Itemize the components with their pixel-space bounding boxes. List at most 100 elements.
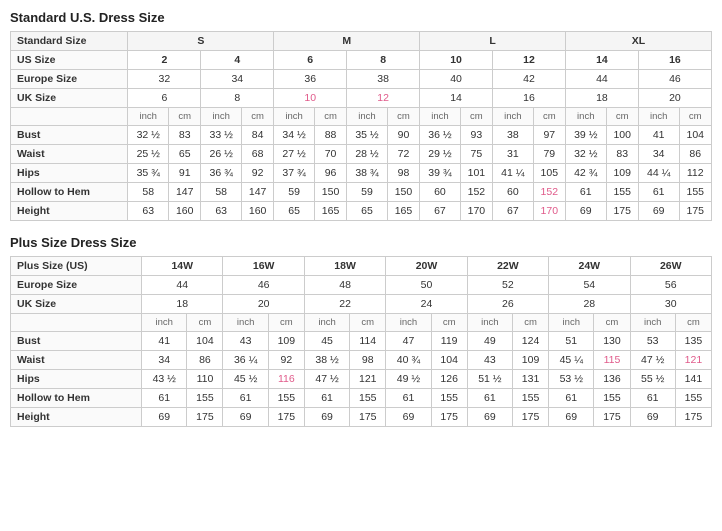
plus-uk-label: UK Size — [11, 295, 142, 314]
bust-val: 41 — [638, 126, 679, 145]
plus-bust-label: Bust — [11, 332, 142, 351]
puk-20: 20 — [223, 295, 304, 314]
waist-label: Waist — [11, 145, 128, 164]
bust-cm: 84 — [241, 126, 273, 145]
eu-36: 36 — [274, 70, 347, 89]
peu-48: 48 — [304, 276, 385, 295]
height-cm: 170 — [460, 202, 492, 221]
hollow-val: 58 — [201, 183, 242, 202]
pheight-val: 69 — [223, 408, 268, 427]
plus-unit-inch-2: inch — [223, 314, 268, 332]
phips-val: 53 ½ — [549, 370, 594, 389]
bust-cm: 97 — [533, 126, 565, 145]
pbust-val: 45 — [304, 332, 349, 351]
pheight-val: 69 — [386, 408, 431, 427]
bust-cm: 83 — [169, 126, 201, 145]
waist-cm: 65 — [169, 145, 201, 164]
phollow-cm: 155 — [350, 389, 386, 408]
phips-cm: 110 — [187, 370, 223, 389]
pwaist-val: 43 — [467, 351, 512, 370]
waist-val: 25 ½ — [128, 145, 169, 164]
pheight-cm: 175 — [187, 408, 223, 427]
hips-label: Hips — [11, 164, 128, 183]
phips-val: 51 ½ — [467, 370, 512, 389]
hollow-cm-pink: 152 — [533, 183, 565, 202]
s-group: S — [128, 32, 274, 51]
pwaist-val: 36 ¼ — [223, 351, 268, 370]
plus-26w: 26W — [630, 257, 712, 276]
bust-val: 34 ½ — [274, 126, 315, 145]
uk-18: 18 — [565, 89, 638, 108]
peu-44: 44 — [142, 276, 223, 295]
pbust-val: 41 — [142, 332, 187, 351]
phollow-val: 61 — [630, 389, 675, 408]
hollow-val: 60 — [493, 183, 534, 202]
pwaist-val: 38 ½ — [304, 351, 349, 370]
plus-14w: 14W — [142, 257, 223, 276]
plus-europe-label: Europe Size — [11, 276, 142, 295]
phips-cm-pink: 116 — [268, 370, 304, 389]
puk-30: 30 — [630, 295, 712, 314]
plus-unit-inch-5: inch — [467, 314, 512, 332]
hollow-cm: 152 — [460, 183, 492, 202]
height-label: Height — [11, 202, 128, 221]
waist-cm: 72 — [387, 145, 419, 164]
peu-52: 52 — [467, 276, 548, 295]
unit-inch-6: inch — [493, 108, 534, 126]
bust-label: Bust — [11, 126, 128, 145]
pheight-val: 69 — [304, 408, 349, 427]
pbust-val: 43 — [223, 332, 268, 351]
pwaist-val: 40 ¾ — [386, 351, 431, 370]
hips-val: 36 ¾ — [201, 164, 242, 183]
uk-size-label: UK Size — [11, 89, 128, 108]
pheight-cm: 175 — [268, 408, 304, 427]
eu-46: 46 — [638, 70, 711, 89]
uk-6: 6 — [128, 89, 201, 108]
bust-cm: 100 — [606, 126, 638, 145]
plus-unit-inch-1: inch — [142, 314, 187, 332]
unit-cm-2: cm — [241, 108, 273, 126]
pbust-cm: 114 — [350, 332, 386, 351]
hollow-cm: 150 — [387, 183, 419, 202]
height-val: 67 — [420, 202, 461, 221]
hollow-label: Hollow to Hem — [11, 183, 128, 202]
pbust-val: 51 — [549, 332, 594, 351]
puk-22: 22 — [304, 295, 385, 314]
us-size-label: US Size — [11, 51, 128, 70]
waist-cm: 68 — [241, 145, 273, 164]
standard-size-label: Standard Size — [11, 32, 128, 51]
pheight-cm: 175 — [350, 408, 386, 427]
waist-val: 28 ½ — [347, 145, 388, 164]
unit-spacer — [11, 108, 128, 126]
plus-title: Plus Size Dress Size — [10, 235, 712, 250]
us-14: 14 — [565, 51, 638, 70]
height-val: 63 — [201, 202, 242, 221]
bust-val: 36 ½ — [420, 126, 461, 145]
unit-cm-8: cm — [679, 108, 711, 126]
uk-16: 16 — [493, 89, 566, 108]
height-cm: 175 — [679, 202, 711, 221]
phips-val: 49 ½ — [386, 370, 431, 389]
uk-8: 8 — [201, 89, 274, 108]
waist-cm: 75 — [460, 145, 492, 164]
height-cm: 175 — [606, 202, 638, 221]
pheight-cm: 175 — [431, 408, 467, 427]
bust-cm: 104 — [679, 126, 711, 145]
waist-cm: 70 — [314, 145, 346, 164]
plus-18w: 18W — [304, 257, 385, 276]
hips-cm: 96 — [314, 164, 346, 183]
hollow-cm: 150 — [314, 183, 346, 202]
phollow-val: 61 — [142, 389, 187, 408]
pwaist-cm: 104 — [431, 351, 467, 370]
phips-val: 43 ½ — [142, 370, 187, 389]
standard-table: Standard Size S M L XL US Size 2 4 6 8 1… — [10, 31, 712, 221]
pbust-cm: 135 — [675, 332, 711, 351]
pwaist-val: 47 ½ — [630, 351, 675, 370]
phollow-cm: 155 — [187, 389, 223, 408]
phollow-val: 61 — [223, 389, 268, 408]
hips-cm: 112 — [679, 164, 711, 183]
hips-cm: 105 — [533, 164, 565, 183]
uk-10: 10 — [274, 89, 347, 108]
plus-unit-cm-7: cm — [675, 314, 711, 332]
us-12: 12 — [493, 51, 566, 70]
